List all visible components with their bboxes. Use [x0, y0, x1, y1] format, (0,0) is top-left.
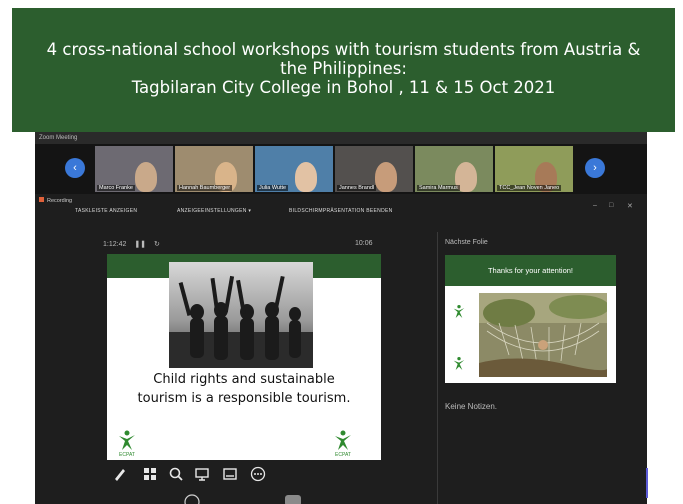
ecpat-logo-left: ECPAT — [115, 430, 139, 458]
end-slideshow-button[interactable]: BILDSCHIRMPRÄSENTATION BEENDEN — [289, 208, 393, 214]
participant-tile[interactable]: Hannah Baumberger — [175, 146, 253, 192]
speaker-notes: Keine Notizen. — [445, 402, 498, 411]
pause-icon[interactable]: ❚❚ — [134, 241, 146, 248]
participant-name: Julia Wutte — [257, 185, 289, 191]
accent-line — [646, 468, 648, 498]
participant-name: Marco Franke — [97, 185, 135, 191]
participant-strip: ‹ › Marco Franke Hannah Baumberger Julia W… — [35, 144, 647, 194]
presenter-toolbar: Recording TASKLEISTE ANZEIGEN ANZEIGEEIN… — [35, 194, 647, 220]
recording-indicator: Recording — [39, 197, 72, 204]
current-slide: Child rights and sustainable tourism is … — [107, 254, 381, 460]
clock: 10:06 — [355, 240, 373, 247]
title-line-1: 4 cross-national school workshops with t… — [46, 40, 641, 59]
panel-divider — [437, 232, 438, 504]
title-line-2: the Philippines: — [280, 59, 407, 78]
elapsed-time: 1:12:42 — [103, 241, 127, 248]
next-slide-preview[interactable]: Thanks for your attention! — [445, 255, 616, 383]
page: 4 cross-national school workshops with t… — [0, 0, 683, 504]
prev-participants-button[interactable]: ‹ — [65, 158, 85, 178]
prev-slide-icon — [184, 494, 200, 504]
ecpat-logo-small-1 — [451, 301, 467, 323]
slide-nav — [175, 492, 315, 504]
elapsed-timer: 1:12:42 ❚❚ ↻ — [103, 240, 166, 248]
participant-video — [375, 162, 397, 192]
next-slide-photo — [479, 293, 607, 377]
participant-name: Jannes Brandl — [337, 185, 377, 191]
caption-line-1: Child rights and sustainable — [153, 372, 335, 387]
slide-caption: Child rights and sustainable tourism is … — [107, 370, 381, 408]
participant-tile[interactable]: Marco Franke — [95, 146, 173, 192]
participant-name: Hannah Baumberger — [177, 185, 233, 191]
window-label: Zoom Meeting — [35, 132, 647, 144]
participant-tile[interactable]: Jannes Brandl — [335, 146, 413, 192]
caption-line-2: tourism is a responsible tourism. — [137, 391, 351, 406]
participant-video — [295, 162, 317, 192]
ecpat-logo-small-2 — [451, 353, 467, 375]
more-icon[interactable] — [249, 466, 267, 484]
next-participants-button[interactable]: › — [585, 158, 605, 178]
show-taskbar-button[interactable]: TASKLEISTE ANZEIGEN — [75, 208, 137, 214]
slide-photo — [169, 262, 313, 368]
reset-icon[interactable]: ↻ — [154, 241, 160, 248]
minimize-button[interactable]: – — [593, 202, 597, 209]
display-settings-button[interactable]: ANZEIGEEINSTELLUNGEN ▾ — [177, 208, 251, 214]
pen-icon[interactable] — [111, 466, 129, 484]
meeting-screenshot: Zoom Meeting ‹ › Marco Franke Hannah Baum… — [35, 132, 647, 504]
participant-name: Samira Marmus — [417, 185, 460, 191]
ecpat-logo-right: ECPAT — [331, 430, 355, 458]
maximize-button[interactable]: □ — [609, 202, 613, 209]
subtitles-icon[interactable] — [221, 466, 239, 484]
participant-tile[interactable]: TCC_Jean Noven Janeo — [495, 146, 573, 192]
participant-tile[interactable]: Julia Wutte — [255, 146, 333, 192]
zoom-icon[interactable] — [167, 466, 185, 484]
pointer-icon[interactable] — [193, 466, 211, 484]
next-slide-icon — [285, 495, 301, 504]
participant-name: TCC_Jean Noven Janeo — [497, 185, 562, 191]
next-slide-heading: Thanks for your attention! — [445, 255, 616, 286]
participant-tile[interactable]: Samira Marmus — [415, 146, 493, 192]
title-line-3: Tagbilaran City College in Bohol , 11 & … — [131, 78, 556, 97]
record-icon — [39, 197, 44, 202]
next-slide-label: Nächste Folie — [445, 239, 488, 246]
close-button[interactable]: ✕ — [627, 202, 633, 210]
participant-video — [135, 162, 157, 192]
title-banner: 4 cross-national school workshops with t… — [12, 8, 675, 132]
slides-icon[interactable] — [141, 466, 159, 484]
